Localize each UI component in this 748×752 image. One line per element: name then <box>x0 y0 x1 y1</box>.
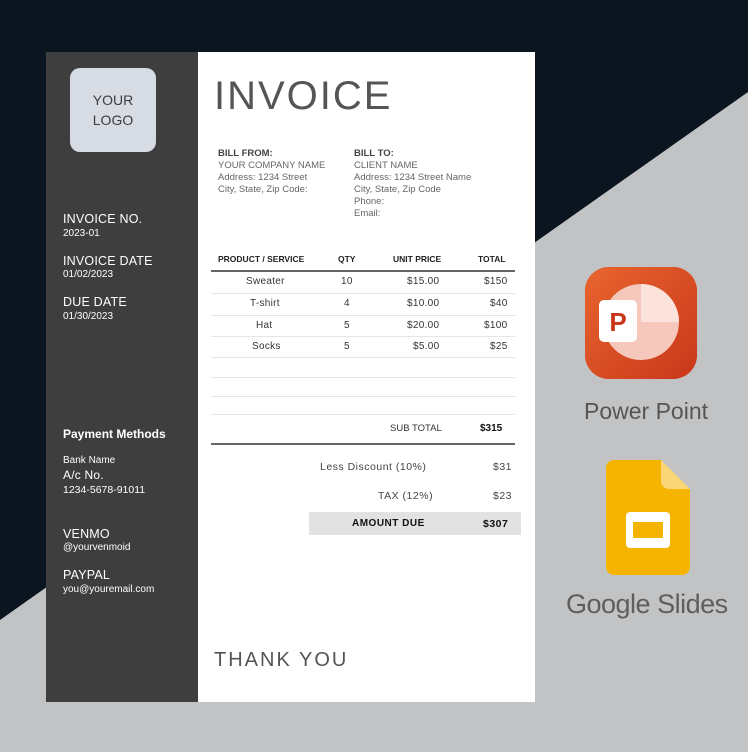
bill-from-heading: BILL FROM: <box>218 148 273 159</box>
table-row-divider <box>211 357 515 358</box>
bill-to-name: CLIENT NAME <box>354 160 418 171</box>
invoice-main: INVOICE BILL FROM: YOUR COMPANY NAME Add… <box>198 52 535 702</box>
table-row-divider <box>211 293 515 294</box>
invoice-no-value: 2023-01 <box>63 228 100 239</box>
payment-methods-heading: Payment Methods <box>63 427 166 441</box>
logo-placeholder: YOUR LOGO <box>70 68 156 152</box>
discount-label: Less Discount (10%) <box>320 461 427 473</box>
row-3-product: Hat <box>256 320 273 331</box>
invoice-date-value: 01/02/2023 <box>63 269 114 280</box>
row-2-total: $40 <box>490 298 508 309</box>
amount-due-value: $307 <box>483 518 509 530</box>
row-4-qty: 5 <box>344 341 350 352</box>
table-header-rule <box>211 270 515 272</box>
ac-no-value: 1234-5678-91011 <box>63 484 146 496</box>
column-header-product: PRODUCT / SERVICE <box>218 254 305 264</box>
subtotal-value: $315 <box>480 423 503 434</box>
table-row-divider <box>211 414 515 415</box>
svg-text:P: P <box>609 307 626 337</box>
bill-to-city: City, State, Zip Code <box>354 184 441 195</box>
venmo-id: @yourvenmoid <box>63 542 131 553</box>
bill-to-email: Email: <box>354 208 381 219</box>
invoice-date-label: INVOICE DATE <box>63 254 153 268</box>
amount-due-label: AMOUNT DUE <box>352 518 425 529</box>
invoice-sheet: YOUR LOGO INVOICE NO. 2023-01 INVOICE DAT… <box>46 52 535 702</box>
logo-line1: YOUR <box>92 92 134 108</box>
discount-value: $31 <box>493 461 513 473</box>
bill-to-block: BILL TO: CLIENT NAME Address: 1234 Stree… <box>354 148 471 220</box>
bill-to-heading: BILL TO: <box>354 148 394 159</box>
table-row-divider <box>211 396 515 397</box>
row-2-qty: 4 <box>344 298 350 309</box>
subtotal-label: SUB TOTAL <box>390 423 442 434</box>
paypal-email: you@youremail.com <box>63 584 155 595</box>
row-4-product: Socks <box>252 341 281 352</box>
bill-from-city: City, State, Zip Code: <box>218 184 308 195</box>
row-4-unit-price: $5.00 <box>413 341 440 352</box>
column-header-qty: QTY <box>338 254 356 264</box>
table-row-divider <box>211 377 515 378</box>
powerpoint-label: Power Point <box>584 398 709 424</box>
powerpoint-icon: P <box>585 267 697 379</box>
due-date-label: DUE DATE <box>63 295 127 309</box>
row-1-total: $150 <box>484 276 508 287</box>
ac-no-label: A/c No. <box>63 468 104 482</box>
logo-line2: LOGO <box>92 112 134 128</box>
tax-label: TAX (12%) <box>378 490 434 502</box>
due-date-value: 01/30/2023 <box>63 311 114 322</box>
google-slides-label: Google Slides <box>566 589 728 619</box>
column-header-unit-price: UNIT PRICE <box>393 254 442 264</box>
invoice-sidebar: YOUR LOGO INVOICE NO. 2023-01 INVOICE DAT… <box>46 52 198 702</box>
tax-value: $23 <box>493 490 513 502</box>
bill-from-address: Address: 1234 Street <box>218 172 308 183</box>
row-2-unit-price: $10.00 <box>407 298 440 309</box>
subtotal-rule <box>211 443 515 445</box>
row-1-qty: 10 <box>341 276 353 287</box>
bill-from-block: BILL FROM: YOUR COMPANY NAME Address: 12… <box>218 148 325 196</box>
row-2-product: T-shirt <box>250 298 280 309</box>
row-1-product: Sweater <box>246 276 285 287</box>
row-3-qty: 5 <box>344 320 350 331</box>
table-row-divider <box>211 336 515 337</box>
bill-to-address: Address: 1234 Street Name <box>354 172 472 183</box>
row-1-unit-price: $15.00 <box>407 276 440 287</box>
invoice-no-label: INVOICE NO. <box>63 212 143 226</box>
bill-to-phone: Phone: <box>354 196 385 207</box>
google-slides-icon <box>606 460 690 575</box>
table-row-divider <box>211 315 515 316</box>
thank-you-text: THANK YOU <box>214 649 349 671</box>
bill-from-name: YOUR COMPANY NAME <box>218 160 326 171</box>
venmo-label: VENMO <box>63 527 110 541</box>
column-header-total: TOTAL <box>478 254 506 264</box>
row-4-total: $25 <box>490 341 508 352</box>
paypal-label: PAYPAL <box>63 568 111 582</box>
row-3-unit-price: $20.00 <box>407 320 440 331</box>
row-3-total: $100 <box>484 320 508 331</box>
bank-name: Bank Name <box>63 455 116 466</box>
invoice-title: INVOICE <box>214 74 393 118</box>
